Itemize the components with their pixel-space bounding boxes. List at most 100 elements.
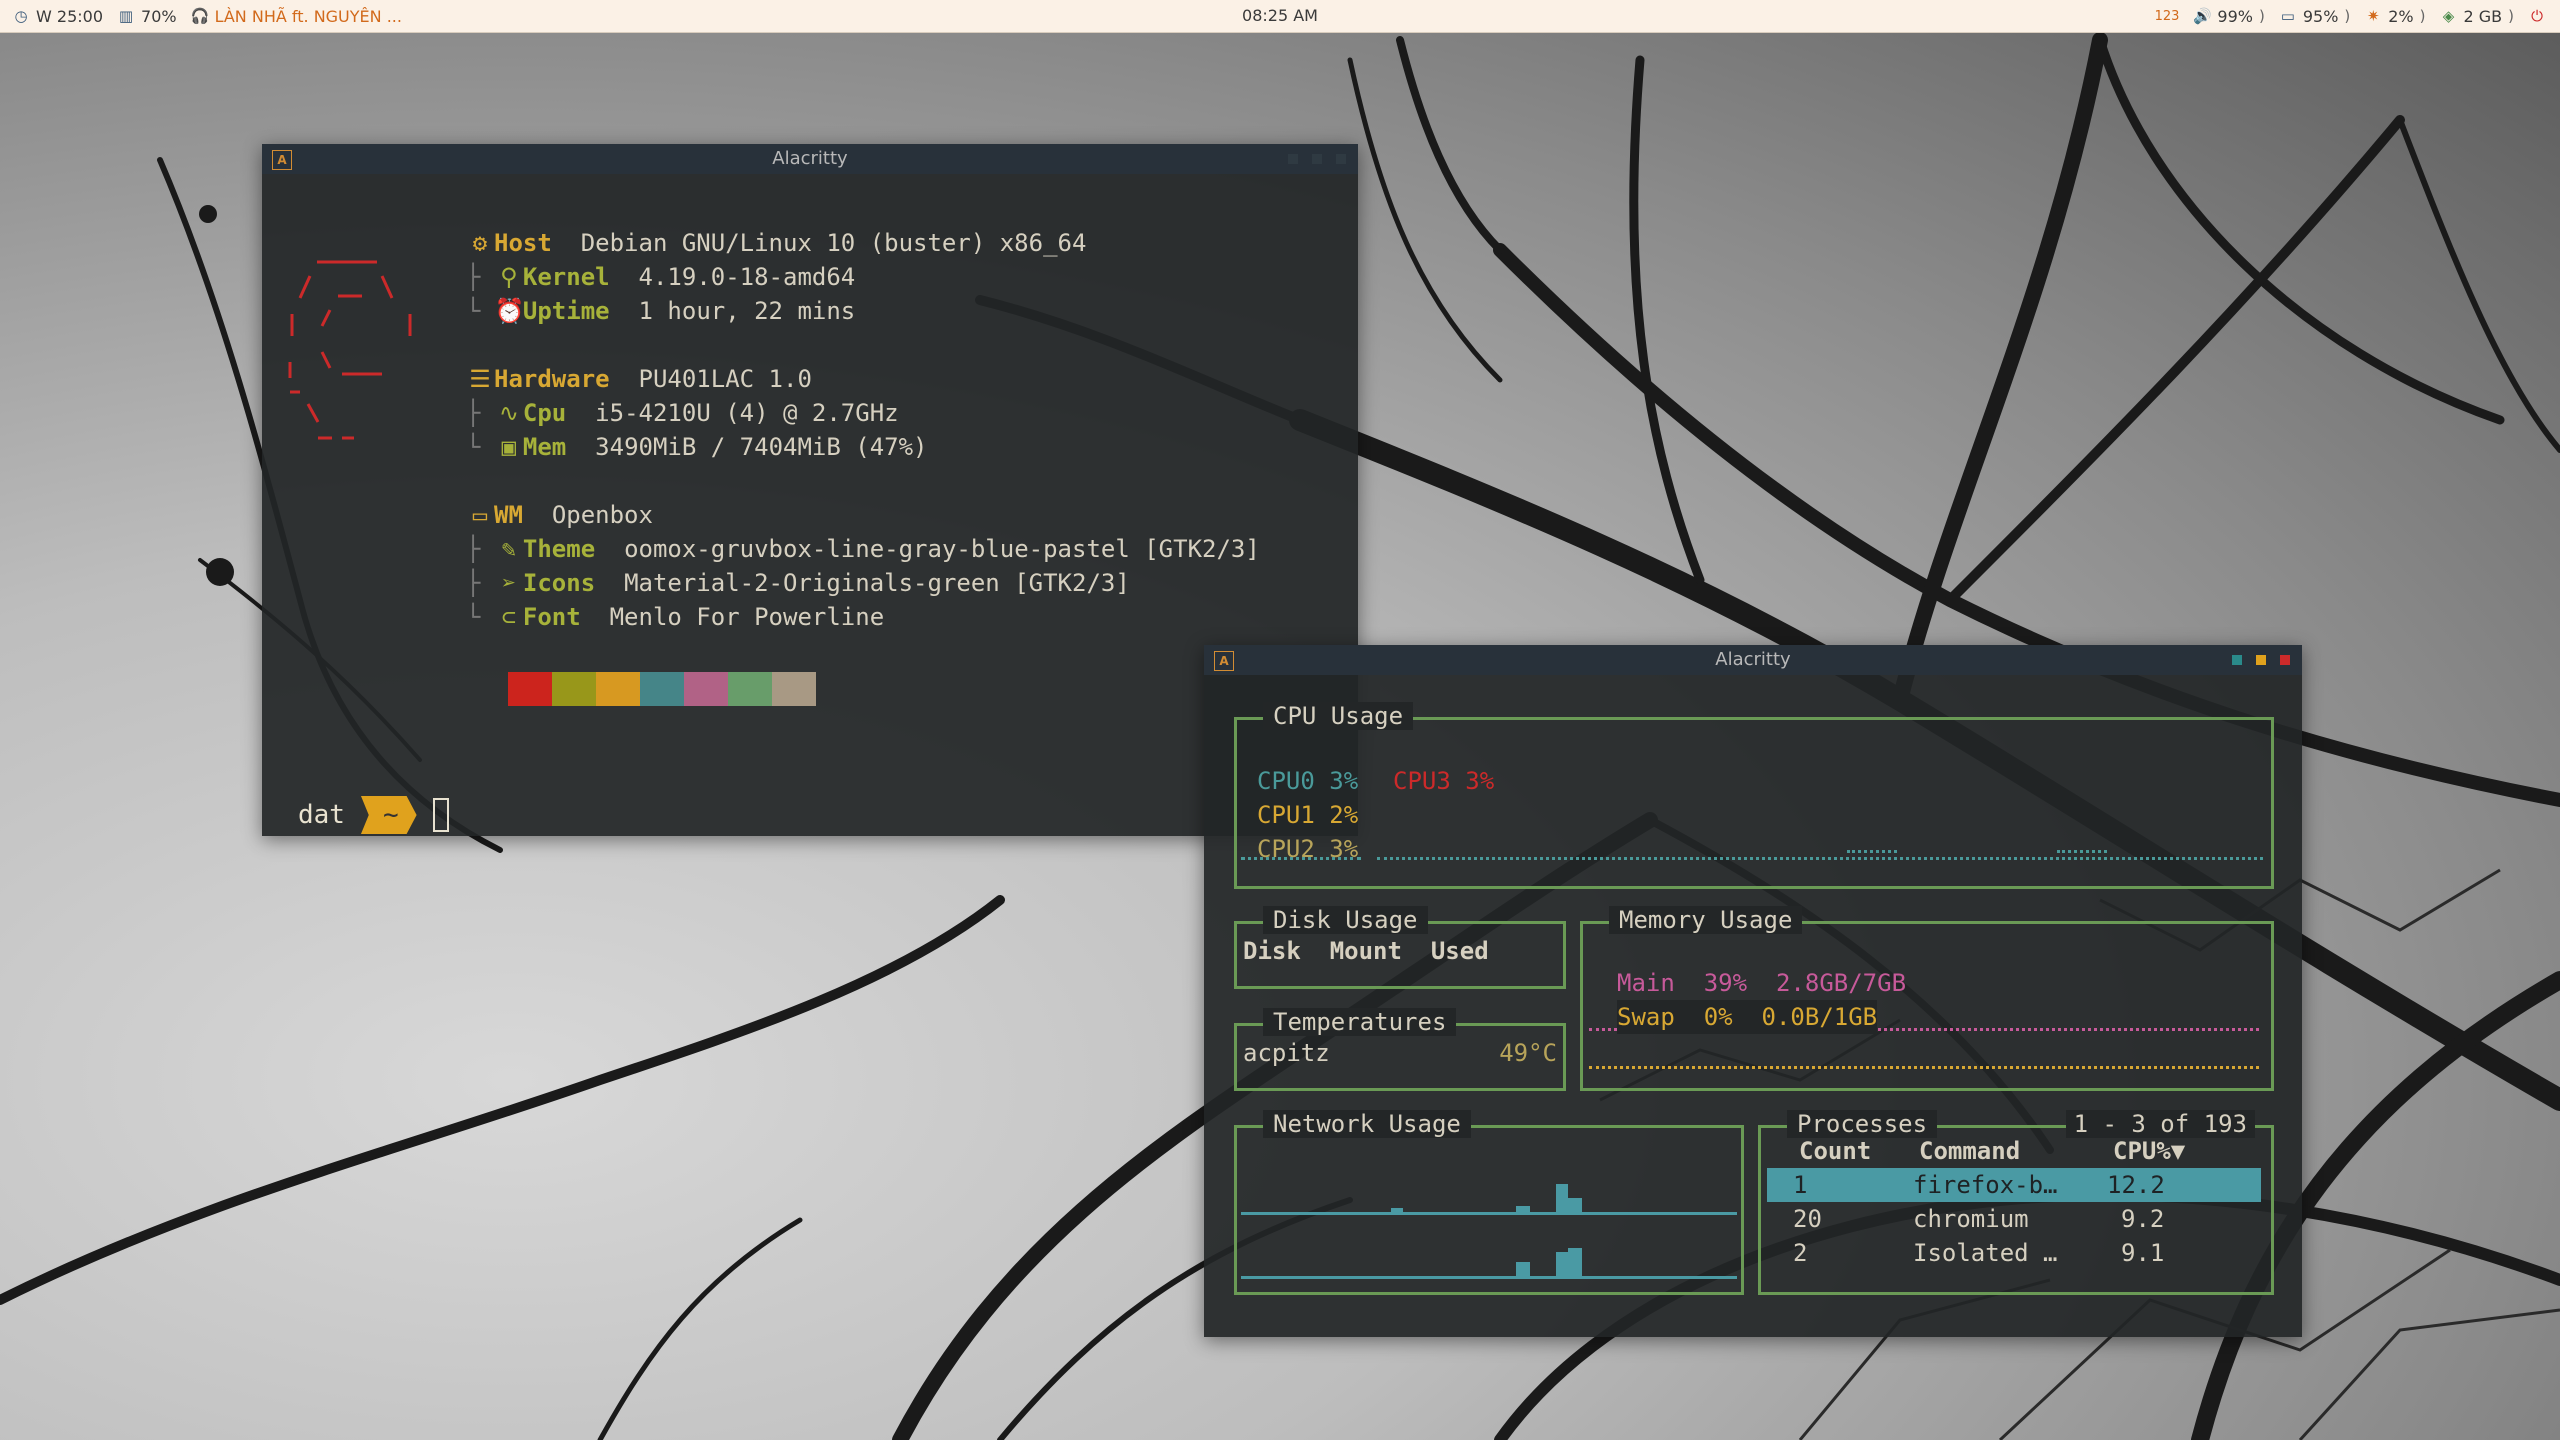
- disk-usage-panel[interactable]: Disk Usage Disk Mount Used: [1234, 906, 1566, 989]
- power-button[interactable]: ⏻: [2528, 7, 2546, 25]
- bars-icon: ▥: [118, 7, 134, 25]
- palette-swatch: [552, 672, 596, 706]
- cpu-usage-panel[interactable]: CPU Usage CPU0 3% CPU3 3% CPU1 2% CPU2 3…: [1234, 702, 2274, 889]
- bud-icon: [199, 205, 217, 223]
- kernel-row: ├ ⚲ Kernel 4.19.0-18-amd64: [466, 260, 855, 294]
- wm-row: ▭ WM Openbox: [466, 498, 653, 532]
- gear-icon: ⚙: [472, 229, 488, 257]
- brightness-icon: ✷: [2366, 7, 2380, 25]
- font-icon: ⊂: [501, 603, 517, 631]
- disk-headers: Disk Mount Used: [1243, 937, 1489, 965]
- panel-title: Disk Usage: [1263, 906, 1428, 934]
- cpu-row: ├ ∿ Cpu i5-4210U (4) @ 2.7GHz: [466, 396, 899, 430]
- volume-indicator[interactable]: 🔊 99% ): [2193, 7, 2264, 26]
- memory-usage-panel[interactable]: Memory Usage Main 39% 2.8GB/7GB Swap 0% …: [1580, 906, 2274, 1091]
- cpu-graph-spike: [1847, 850, 1897, 853]
- hardware-row: ☰ Hardware PU401LAC 1.0: [466, 362, 812, 396]
- terminal-window-neofetch[interactable]: A Alacritty ⚙ Host Debian GNU/Linux 10 (…: [262, 144, 1358, 836]
- temp-sensor-name: acpitz: [1243, 1039, 1330, 1067]
- alacritty-icon: A: [272, 150, 292, 170]
- top-status-bar: ◷ W 25:00 ▥ 70% 🎧 LÀN NHÃ ft. NGUYÊN ...…: [0, 0, 2560, 33]
- pulse-icon: ∿: [498, 399, 519, 427]
- minimize-button[interactable]: [1288, 154, 1298, 164]
- terminal-content[interactable]: ⚙ Host Debian GNU/Linux 10 (buster) x86_6…: [262, 174, 1358, 836]
- prompt-directory: ~: [360, 796, 417, 834]
- temperatures-panel[interactable]: Temperatures acpitz 49°C: [1234, 1008, 1566, 1091]
- palette-swatch: [728, 672, 772, 706]
- speaker-icon: 🔊: [2193, 7, 2213, 25]
- power-icon: ⏻: [2531, 7, 2543, 25]
- memory-main-legend: Main 39% 2.8GB/7GB: [1617, 969, 1907, 997]
- palette-swatch: [596, 672, 640, 706]
- shell-prompt[interactable]: dat ~: [298, 796, 449, 834]
- cpu-graph-line: [1377, 857, 2263, 860]
- palette-swatch: [640, 672, 684, 706]
- process-row[interactable]: 20 chromium 9.2: [1767, 1202, 2261, 1236]
- font-row: └ ⊂ Font Menlo For Powerline: [466, 600, 884, 634]
- network-graph: [1241, 1184, 1737, 1279]
- header-count[interactable]: Count: [1799, 1134, 1871, 1168]
- minimize-button[interactable]: [2232, 655, 2242, 665]
- panel-title: Temperatures: [1263, 1008, 1457, 1036]
- workspace-indicator[interactable]: ◷ W 25:00: [12, 7, 103, 26]
- monitor-icon: ▭: [472, 501, 488, 529]
- maximize-button[interactable]: [1312, 154, 1322, 164]
- pin-icon: ⚲: [500, 263, 518, 291]
- maximize-button[interactable]: [2256, 655, 2266, 665]
- host-row: ⚙ Host Debian GNU/Linux 10 (buster) x86_6…: [466, 226, 1087, 260]
- theme-row: ├ ✎ Theme oomox-gruvbox-line-gray-blue-pa…: [466, 532, 1260, 566]
- palette-swatch: [684, 672, 728, 706]
- memory-swap-legend: Swap 0% 0.0B/1GB: [1617, 1000, 1878, 1034]
- clock-icon: ◷: [14, 7, 28, 25]
- window-title: Alacritty: [1715, 649, 1791, 670]
- cpu2-legend: CPU2 3%: [1257, 835, 1359, 863]
- header-command[interactable]: Command: [1919, 1134, 2020, 1168]
- battery-indicator[interactable]: ▭ 95% ): [2279, 7, 2351, 26]
- mem-row: └ ▣ Mem 3490MiB / 7404MiB (47%): [466, 430, 928, 464]
- cpu1-legend: CPU1 2%: [1257, 801, 1359, 829]
- close-button[interactable]: [1336, 154, 1346, 164]
- alarm-icon: ⏰: [494, 297, 525, 325]
- process-headers: Count Command CPU%▼: [1767, 1134, 2261, 1168]
- panel-title: CPU Usage: [1263, 702, 1414, 730]
- memory-indicator[interactable]: ◈ 2 GB ): [2440, 7, 2514, 26]
- panel-title: Network Usage: [1263, 1110, 1471, 1138]
- cpu-graph-line: [1241, 857, 1361, 860]
- temp-sensor-value: 49°C: [1499, 1039, 1557, 1067]
- icons-row: ├ ➢ Icons Material-2-Originals-green [GTK…: [466, 566, 1130, 600]
- window-title: Alacritty: [772, 148, 848, 169]
- memory-swap-line: [1589, 1066, 2259, 1069]
- chip-icon: ▣: [501, 433, 517, 461]
- window-titlebar[interactable]: A Alacritty: [1204, 645, 2302, 675]
- process-row[interactable]: 2 Isolated … 9.1: [1767, 1236, 2261, 1270]
- cpu3-legend: CPU3 3%: [1393, 767, 1495, 795]
- cpu-graph-spike: [2057, 850, 2107, 853]
- panel-title: Memory Usage: [1609, 906, 1803, 934]
- prompt-user: dat: [298, 800, 345, 830]
- window-titlebar[interactable]: A Alacritty: [262, 144, 1358, 174]
- headphones-icon: 🎧: [190, 7, 210, 25]
- palette-swatch: [508, 672, 552, 706]
- process-row[interactable]: 1 firefox-b… 12.2: [1767, 1168, 2261, 1202]
- now-playing[interactable]: 🎧 LÀN NHÃ ft. NGUYÊN ...: [191, 7, 402, 26]
- battery-icon: ▭: [2280, 7, 2295, 25]
- send-icon: ➢: [501, 569, 517, 597]
- server-icon: ☰: [469, 365, 491, 393]
- cpu0-legend: CPU0 3%: [1257, 767, 1359, 795]
- text-cursor: [432, 798, 449, 832]
- processes-panel[interactable]: Processes 1 - 3 of 193 Count Command CPU…: [1758, 1110, 2274, 1295]
- layers-icon: ◈: [2442, 7, 2455, 25]
- color-palette: [508, 672, 816, 706]
- header-cpu[interactable]: CPU%▼: [2113, 1134, 2185, 1168]
- network-usage-panel[interactable]: Network Usage: [1234, 1110, 1744, 1295]
- updates-indicator[interactable]: 123: [2155, 9, 2180, 24]
- debian-logo-icon: [288, 260, 412, 440]
- volume-bars-indicator[interactable]: ▥ 70%: [117, 7, 177, 26]
- brightness-indicator[interactable]: ✷ 2% ): [2364, 7, 2426, 26]
- terminal-window-bottom[interactable]: A Alacritty CPU Usage CPU0 3% CPU3 3% CP…: [1204, 645, 2302, 1337]
- uptime-row: └ ⏰Uptime 1 hour, 22 mins: [466, 294, 855, 328]
- palette-swatch: [772, 672, 816, 706]
- close-button[interactable]: [2280, 655, 2290, 665]
- brush-icon: ✎: [501, 535, 517, 563]
- alacritty-icon: A: [1214, 651, 1234, 671]
